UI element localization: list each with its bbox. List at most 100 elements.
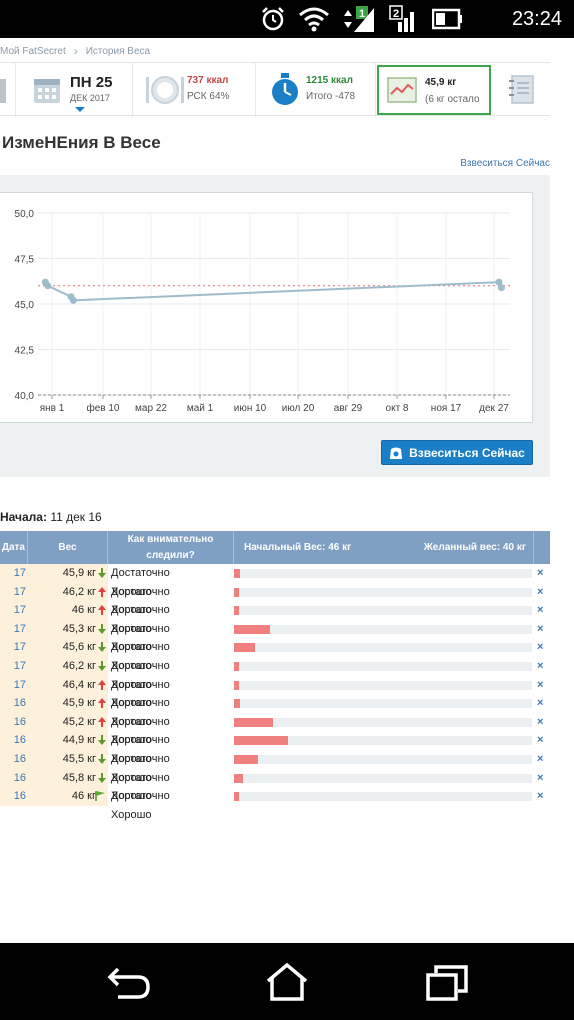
row-weight: 44,9 кг <box>62 734 96 747</box>
row-weight-cell: 46 кг <box>28 787 108 806</box>
status-icons: 1 2 <box>260 4 464 34</box>
tile-notes[interactable] <box>491 63 550 117</box>
breadcrumb-home[interactable]: Мой FatSecret <box>0 46 66 57</box>
row-weight-cell: 46,2 кг <box>28 582 108 602</box>
row-date[interactable]: 16 <box>0 749 28 769</box>
row-date[interactable]: 16 <box>0 768 28 788</box>
row-progress-bar <box>234 643 255 653</box>
table-row: 17 45,9 кг Достаточно Хорошо × <box>0 564 550 598</box>
start-info: Начала: 11 дек 16 <box>0 510 102 524</box>
delete-icon[interactable]: × <box>537 657 543 676</box>
x-tick-label: янв 1 <box>40 403 65 414</box>
arrow-up-icon <box>98 601 106 620</box>
delete-icon[interactable]: × <box>537 620 543 639</box>
tile-date[interactable]: ПН 25 ДЕК 2017 <box>16 63 133 117</box>
delete-icon[interactable]: × <box>537 638 543 657</box>
chart-panel: 50,0 47,5 45,0 42,5 40,0 янв 1 фев 10 мар 22 май… <box>0 175 550 477</box>
row-date[interactable]: 16 <box>0 694 28 713</box>
notebook-icon <box>509 75 534 104</box>
row-date[interactable]: 17 <box>0 582 28 602</box>
row-date[interactable]: 17 <box>0 619 28 639</box>
tile-weight[interactable]: 45,9 кг (6 кг остало <box>377 65 491 115</box>
header-track: Как внимательно следили? <box>108 531 234 564</box>
row-progress-bar <box>234 754 258 764</box>
start-info-label: Начала: <box>0 510 47 524</box>
weight-chart-icon <box>387 77 417 103</box>
row-date[interactable]: 17 <box>0 656 28 676</box>
alarm-icon <box>262 7 284 31</box>
status-time: 23:24 <box>511 8 562 30</box>
weigh-now-link[interactable]: Взвеситься Сейчас <box>460 158 550 169</box>
table-row: 17 46,2 кг Достаточно Хорошо × <box>0 656 550 691</box>
row-weight-cell: 45,6 кг <box>28 638 108 657</box>
header-start-weight: Начальный Вес: 46 кг <box>244 542 352 553</box>
row-date[interactable]: 17 <box>0 638 28 657</box>
x-tick-label: май 1 <box>187 403 214 414</box>
tile-food-rsk: РСК 64% <box>187 91 230 102</box>
tile-prev[interactable] <box>0 63 16 117</box>
row-date[interactable]: 17 <box>0 675 28 695</box>
row-date[interactable]: 16 <box>0 787 28 806</box>
row-weight: 46,2 кг <box>62 659 96 672</box>
row-weight-cell: 46 кг <box>28 601 108 620</box>
row-weight-cell: 45,5 кг <box>28 749 108 769</box>
signal-sim2-icon: 2 <box>389 5 414 32</box>
weight-series-line <box>44 281 503 302</box>
tile-food[interactable]: 737 ккал РСК 64% <box>133 63 256 117</box>
header-weight[interactable]: Вес <box>28 531 108 564</box>
row-progress-bar <box>234 606 239 616</box>
row-weight: 45,3 кг <box>62 622 96 635</box>
header-date[interactable]: Дата <box>0 531 28 564</box>
weight-chart: 50,0 47,5 45,0 42,5 40,0 янв 1 фев 10 мар 22 май… <box>0 192 533 423</box>
table-row: 16 46 кг Достаточно Хорошо × <box>0 787 550 821</box>
weigh-now-button[interactable]: Взвеситься Сейчас <box>381 440 533 465</box>
recent-apps-icon[interactable] <box>422 961 472 1003</box>
page-title: ИзмеНЕния В Весе <box>2 133 161 152</box>
delete-icon[interactable]: × <box>537 750 543 769</box>
home-icon[interactable] <box>262 961 312 1003</box>
row-weight-cell: 44,9 кг <box>28 731 108 750</box>
table-row: 16 45,5 кг Достаточно Хорошо × <box>0 749 550 784</box>
tile-activity-total: Итого -478 <box>306 91 355 102</box>
x-tick-label: окт 8 <box>386 403 409 414</box>
row-progress-bar <box>234 773 243 783</box>
delete-icon[interactable]: × <box>537 713 543 732</box>
table-header: Дата Вес Как внимательно следили? Началь… <box>0 531 550 564</box>
header-goal-weight: Желанный вес: 40 кг <box>423 542 526 553</box>
arrow-down-icon <box>98 750 106 769</box>
breadcrumb-current[interactable]: История Веса <box>86 46 150 57</box>
row-date[interactable]: 17 <box>0 601 28 620</box>
row-progress-track <box>234 792 532 802</box>
row-weight-cell: 45,9 кг <box>28 694 108 713</box>
delete-icon[interactable]: × <box>537 583 543 602</box>
delete-icon[interactable]: × <box>537 769 543 788</box>
svg-text:1: 1 <box>359 8 365 20</box>
flag-icon <box>94 787 106 806</box>
svg-text:2: 2 <box>393 8 399 20</box>
delete-icon[interactable]: × <box>537 601 543 620</box>
arrow-down-icon <box>98 620 106 639</box>
row-progress-bar <box>234 736 288 746</box>
row-progress-track <box>234 569 532 578</box>
wifi-icon <box>299 7 329 32</box>
row-date[interactable]: 16 <box>0 712 28 732</box>
delete-icon[interactable]: × <box>537 731 543 750</box>
signal-sim1-icon: 1 <box>344 6 374 32</box>
row-progress-track <box>234 773 532 783</box>
row-weight-cell: 45,8 кг <box>28 768 108 788</box>
back-icon[interactable] <box>104 961 154 1003</box>
delete-icon[interactable]: × <box>537 676 543 695</box>
row-progress-track <box>234 624 532 634</box>
delete-icon[interactable]: × <box>537 694 543 713</box>
arrow-up-icon <box>98 676 106 695</box>
row-date[interactable]: 16 <box>0 731 28 750</box>
x-tick-label: июл 20 <box>282 403 315 414</box>
tile-activity[interactable]: 1215 ккал Итого -478 <box>256 63 376 117</box>
row-weight-cell: 46,4 кг <box>28 675 108 695</box>
delete-icon[interactable]: × <box>537 787 543 806</box>
row-progress-track <box>234 606 532 616</box>
chevron-right-icon: › <box>73 44 78 58</box>
delete-icon[interactable]: × <box>537 564 543 583</box>
row-date[interactable]: 17 <box>0 564 28 583</box>
arrow-up-icon <box>98 694 106 713</box>
